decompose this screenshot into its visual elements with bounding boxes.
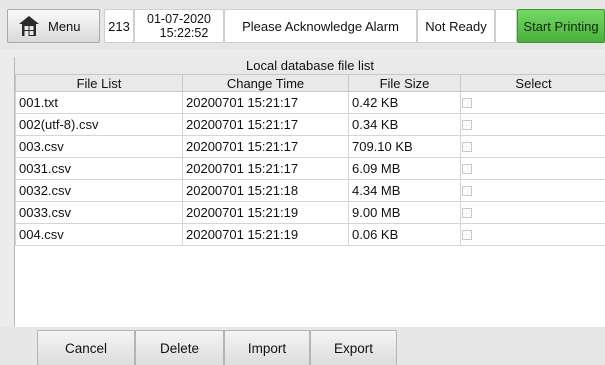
job-count-display: 213 xyxy=(104,9,134,43)
cancel-button[interactable]: Cancel xyxy=(37,330,135,365)
file-size-cell: 709.10 KB xyxy=(348,135,461,158)
change-time-cell: 20200701 15:21:19 xyxy=(182,201,349,224)
menu-label: Menu xyxy=(48,18,81,34)
action-bar: Cancel Delete Import Export xyxy=(0,327,605,365)
select-checkbox[interactable] xyxy=(462,229,472,240)
file-size-cell: 9.00 MB xyxy=(348,201,461,224)
menu-button[interactable]: Menu xyxy=(7,9,100,43)
alarm-message[interactable]: Please Acknowledge Alarm xyxy=(224,9,417,43)
datetime-display: 01-07-2020 15:22:52 xyxy=(134,9,224,43)
select-cell xyxy=(460,135,605,158)
file-list-panel: Local database file list File List Chang… xyxy=(14,57,605,327)
select-cell xyxy=(460,201,605,224)
change-time-cell: 20200701 15:21:19 xyxy=(182,223,349,246)
select-cell xyxy=(460,157,605,180)
select-cell xyxy=(460,223,605,246)
table-header-row: File List Change Time File Size Select xyxy=(15,74,605,92)
column-header-select[interactable]: Select xyxy=(460,74,605,92)
file-size-cell: 6.09 MB xyxy=(348,157,461,180)
select-checkbox[interactable] xyxy=(462,163,472,174)
delete-button[interactable]: Delete xyxy=(135,330,224,365)
file-size-cell: 0.34 KB xyxy=(348,113,461,136)
home-icon xyxy=(19,16,39,36)
select-checkbox[interactable] xyxy=(462,97,472,108)
file-name-cell: 001.txt xyxy=(15,91,183,114)
status-display: Not Ready xyxy=(417,9,495,43)
table-row[interactable]: 0033.csv 20200701 15:21:19 9.00 MB xyxy=(15,201,605,224)
change-time-cell: 20200701 15:21:17 xyxy=(182,91,349,114)
import-label: Import xyxy=(247,340,287,356)
import-button[interactable]: Import xyxy=(224,330,310,365)
select-cell xyxy=(460,179,605,202)
change-time-cell: 20200701 15:21:17 xyxy=(182,113,349,136)
change-time-cell: 20200701 15:21:17 xyxy=(182,157,349,180)
top-toolbar: Menu 213 01-07-2020 15:22:52 Please Ackn… xyxy=(0,0,605,49)
select-checkbox[interactable] xyxy=(462,207,472,218)
select-cell xyxy=(460,91,605,114)
select-checkbox[interactable] xyxy=(462,141,472,152)
change-time-cell: 20200701 15:21:17 xyxy=(182,135,349,158)
table-row[interactable]: 0032.csv 20200701 15:21:18 4.34 MB xyxy=(15,179,605,202)
table-row[interactable]: 003.csv 20200701 15:21:17 709.10 KB xyxy=(15,135,605,158)
alarm-text: Please Acknowledge Alarm xyxy=(242,18,399,34)
select-checkbox[interactable] xyxy=(462,119,472,130)
file-name-cell: 0031.csv xyxy=(15,157,183,180)
date-value: 01-07-2020 xyxy=(147,12,211,26)
file-name-cell: 004.csv xyxy=(15,223,183,246)
start-printing-label: Start Printing xyxy=(523,18,599,34)
column-header-change-time[interactable]: Change Time xyxy=(182,74,349,92)
table-row[interactable]: 001.txt 20200701 15:21:17 0.42 KB xyxy=(15,91,605,114)
select-checkbox[interactable] xyxy=(462,185,472,196)
column-header-file-list[interactable]: File List xyxy=(15,74,183,92)
job-count-value: 213 xyxy=(108,18,130,34)
delete-label: Delete xyxy=(159,340,200,356)
change-time-cell: 20200701 15:21:18 xyxy=(182,179,349,202)
file-name-cell: 003.csv xyxy=(15,135,183,158)
file-name-cell: 002(utf-8).csv xyxy=(15,113,183,136)
status-spacer xyxy=(495,9,517,43)
start-printing-button[interactable]: Start Printing xyxy=(517,9,605,43)
file-size-cell: 0.42 KB xyxy=(348,91,461,114)
cancel-label: Cancel xyxy=(64,340,108,356)
file-size-cell: 0.06 KB xyxy=(348,223,461,246)
export-button[interactable]: Export xyxy=(310,330,397,365)
file-table: File List Change Time File Size Select 0… xyxy=(15,74,605,246)
status-text: Not Ready xyxy=(425,18,487,34)
table-row[interactable]: 004.csv 20200701 15:21:19 0.06 KB xyxy=(15,223,605,246)
table-row[interactable]: 002(utf-8).csv 20200701 15:21:17 0.34 KB xyxy=(15,113,605,136)
file-name-cell: 0032.csv xyxy=(15,179,183,202)
file-name-cell: 0033.csv xyxy=(15,201,183,224)
time-value: 15:22:52 xyxy=(159,26,209,40)
panel-title: Local database file list xyxy=(15,57,605,74)
export-label: Export xyxy=(333,340,374,356)
select-cell xyxy=(460,113,605,136)
column-header-file-size[interactable]: File Size xyxy=(348,74,461,92)
file-size-cell: 4.34 MB xyxy=(348,179,461,202)
table-row[interactable]: 0031.csv 20200701 15:21:17 6.09 MB xyxy=(15,157,605,180)
